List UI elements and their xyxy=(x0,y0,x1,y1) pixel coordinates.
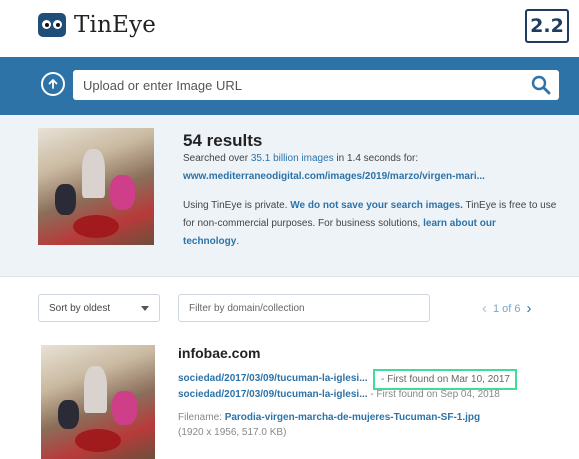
match-domain[interactable]: infobae.com xyxy=(178,345,260,361)
query-url-link[interactable]: www.mediterraneodigital.com/images/2019/… xyxy=(183,171,485,182)
match-filename: Filename: Parodia-virgen-marcha-de-mujer… xyxy=(178,412,481,423)
search-bar: Upload or enter Image URL xyxy=(0,57,579,115)
domain-filter-input[interactable]: Filter by domain/collection xyxy=(178,294,430,322)
sort-label: Sort by oldest xyxy=(49,302,111,314)
search-placeholder: Upload or enter Image URL xyxy=(83,77,242,93)
sort-dropdown[interactable]: Sort by oldest xyxy=(38,294,160,322)
learn-more-link[interactable]: learn about our xyxy=(423,218,496,229)
pagination: ‹ 1 of 6 › xyxy=(482,300,532,317)
filename-link[interactable]: Parodia-virgen-marcha-de-mujeres-Tucuman… xyxy=(225,412,480,423)
privacy-note: Using TinEye is private. We do not save … xyxy=(183,200,557,211)
upload-button[interactable] xyxy=(41,72,65,96)
upload-arrow-icon xyxy=(48,79,58,89)
search-stats: Searched over 35.1 billion images in 1.4… xyxy=(183,153,419,164)
figure-badge: 2.2 xyxy=(525,9,569,43)
highlight-box: - First found on Mar 10, 2017 xyxy=(373,369,517,390)
match-link-1[interactable]: sociedad/2017/03/09/tucuman-la-iglesi... xyxy=(178,373,368,384)
match-image-thumbnail[interactable] xyxy=(41,345,155,459)
prev-page-icon[interactable]: ‹ xyxy=(482,300,487,317)
brand-name: TinEye xyxy=(74,12,157,38)
tineye-robot-icon xyxy=(38,13,66,37)
dropdown-caret-icon xyxy=(141,305,149,311)
technology-link[interactable]: technology xyxy=(183,236,236,247)
tineye-logo[interactable]: TinEye xyxy=(38,12,156,38)
match-dimensions: (1920 x 1956, 517.0 KB) xyxy=(178,427,287,438)
images-count-link[interactable]: 35.1 billion images xyxy=(251,153,334,164)
image-url-input[interactable]: Upload or enter Image URL xyxy=(73,70,559,100)
first-found-date-2: - First found on Sep 04, 2018 xyxy=(370,389,500,400)
match-link-2[interactable]: sociedad/2017/03/09/tucuman-la-iglesi... xyxy=(178,389,368,400)
filter-placeholder: Filter by domain/collection xyxy=(189,302,305,314)
query-image-thumbnail xyxy=(38,128,154,245)
privacy-link[interactable]: We do not save your search images. xyxy=(290,200,463,211)
first-found-date-1: - First found on Mar 10, 2017 xyxy=(381,374,510,385)
page-info: 1 of 6 xyxy=(493,302,521,315)
next-page-icon[interactable]: › xyxy=(527,300,532,317)
results-count: 54 results xyxy=(183,131,263,150)
search-icon[interactable] xyxy=(531,75,551,95)
